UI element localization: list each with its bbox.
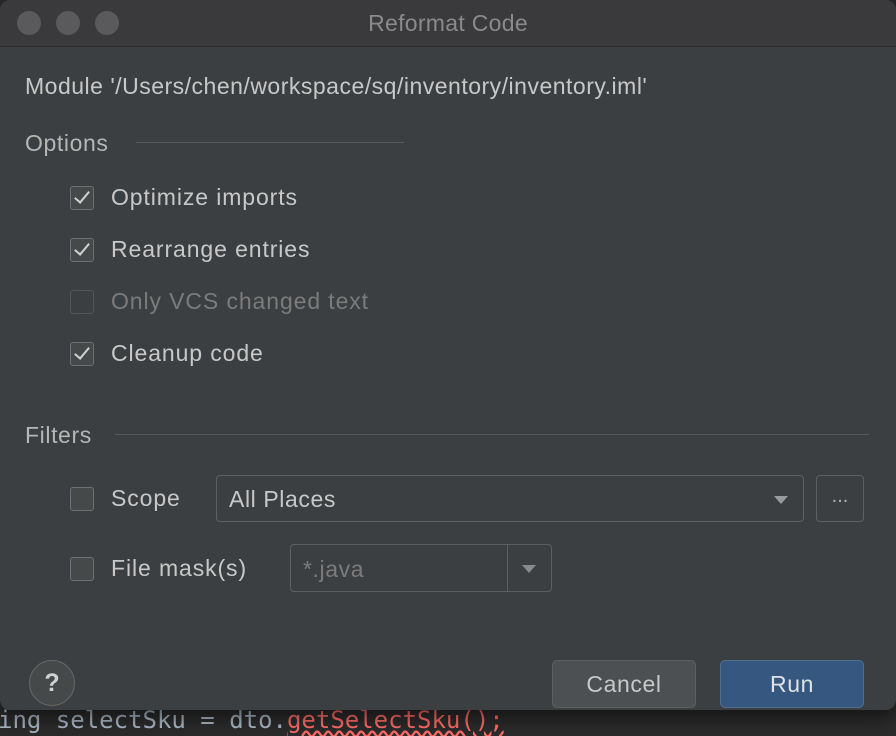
dialog-title: Reformat Code [368, 10, 528, 36]
code-error-text: getSelectSku(); [286, 706, 504, 734]
editor-code-line: ing selectSku = dto.getSelectSku(); [0, 706, 504, 734]
code-text: ing selectSku = dto. [0, 706, 287, 734]
rearrange-entries-checkbox[interactable] [70, 237, 94, 262]
module-path-label: Module '/Users/chen/workspace/sq/invento… [25, 73, 648, 99]
file-mask-option[interactable]: File mask(s) [70, 555, 247, 582]
scope-browse-button[interactable]: ... [816, 475, 864, 522]
optimize-imports-checkbox[interactable] [70, 185, 94, 210]
file-mask-divider [507, 545, 508, 591]
scope-dropdown[interactable]: All Places [216, 475, 804, 522]
file-mask-checkbox[interactable] [70, 556, 94, 581]
optimize-imports-label: Optimize imports [111, 184, 298, 210]
filters-separator [115, 434, 869, 435]
scope-checkbox[interactable] [70, 486, 94, 511]
only-vcs-changed-text-label: Only VCS changed text [111, 288, 369, 314]
only-vcs-changed-text-checkbox [70, 289, 94, 314]
cancel-button[interactable]: Cancel [552, 660, 696, 708]
file-mask-value: *.java [303, 556, 365, 582]
reformat-code-dialog: Reformat Code Module '/Users/chen/worksp… [0, 0, 896, 710]
optimize-imports-option[interactable]: Optimize imports [70, 184, 298, 211]
options-section-label: Options [25, 130, 109, 156]
options-separator [136, 142, 404, 143]
chevron-down-icon [774, 496, 788, 504]
cleanup-code-option[interactable]: Cleanup code [70, 340, 264, 367]
scope-option[interactable]: Scope [70, 485, 181, 512]
only-vcs-changed-text-option: Only VCS changed text [70, 288, 369, 315]
cleanup-code-checkbox[interactable] [70, 341, 94, 366]
cleanup-code-label: Cleanup code [111, 340, 264, 366]
scope-label: Scope [111, 485, 181, 511]
scope-selected-value: All Places [229, 486, 336, 512]
rearrange-entries-option[interactable]: Rearrange entries [70, 236, 310, 263]
file-mask-label: File mask(s) [111, 555, 248, 581]
file-mask-combo: *.java [290, 544, 552, 592]
title-bar: Reformat Code [0, 0, 896, 47]
chevron-down-icon [522, 565, 536, 573]
run-button[interactable]: Run [720, 660, 864, 708]
rearrange-entries-label: Rearrange entries [111, 236, 311, 262]
help-button[interactable]: ? [29, 660, 75, 706]
filters-section-label: Filters [25, 422, 92, 448]
